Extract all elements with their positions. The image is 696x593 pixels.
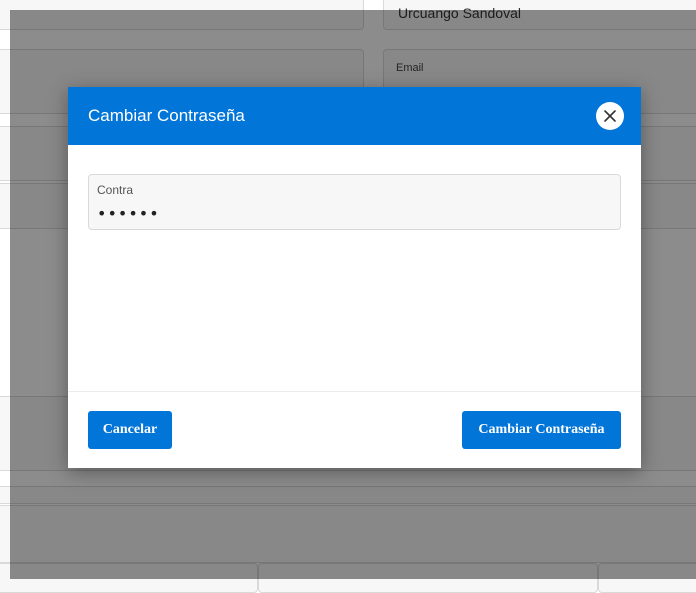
- close-button[interactable]: [596, 102, 624, 130]
- password-label: Contra: [97, 183, 134, 197]
- footer-divider: [68, 391, 641, 392]
- password-input[interactable]: [97, 202, 607, 224]
- cancel-button[interactable]: Cancelar: [88, 411, 172, 449]
- close-icon: [604, 110, 616, 122]
- password-field[interactable]: Contra: [88, 174, 621, 230]
- dialog-title: Cambiar Contraseña: [88, 106, 245, 125]
- change-password-dialog: Cambiar Contraseña Contra Cancelar Cambi…: [68, 87, 641, 468]
- change-password-button[interactable]: Cambiar Contraseña: [462, 411, 621, 449]
- dialog-header: Cambiar Contraseña: [68, 87, 641, 145]
